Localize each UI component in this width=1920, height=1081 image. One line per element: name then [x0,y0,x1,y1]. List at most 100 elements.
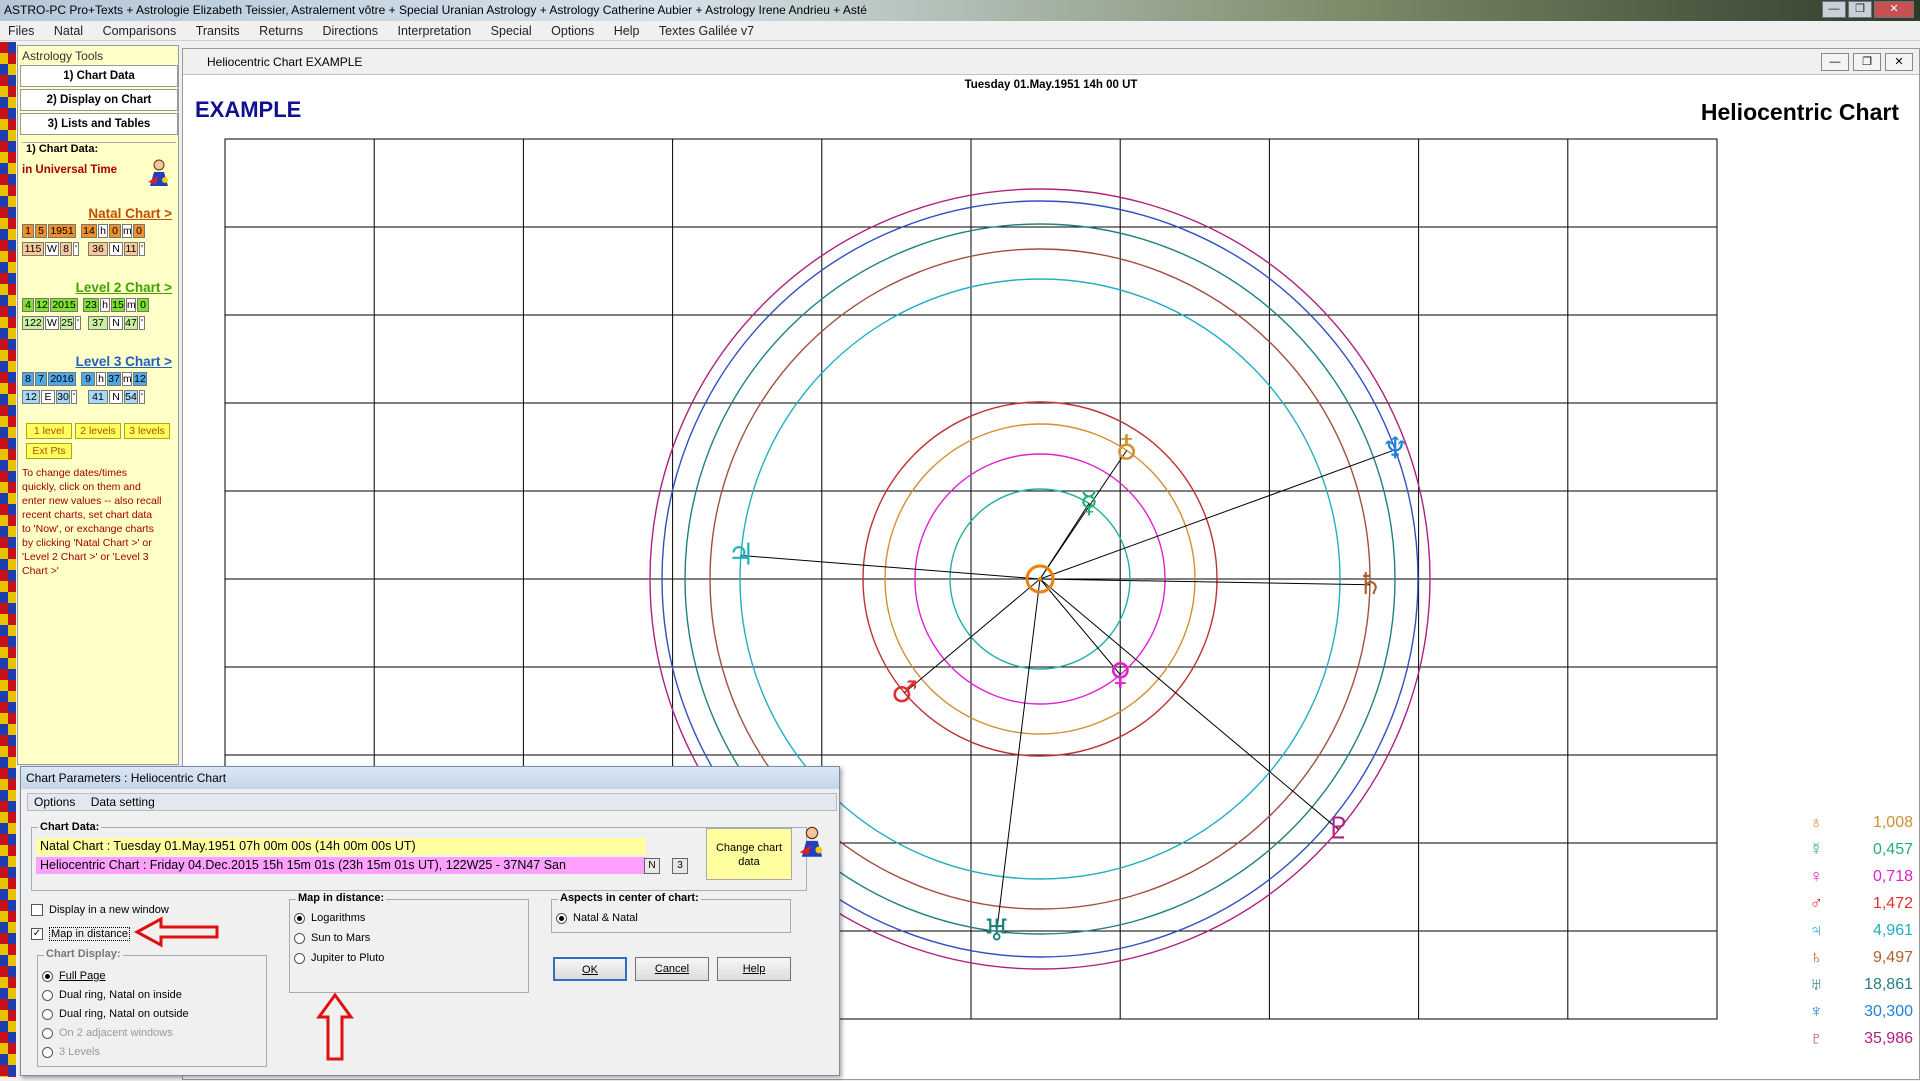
menu-help[interactable]: Help [606,21,648,41]
logarithms-radio[interactable] [294,913,305,924]
menu-textes-galilee[interactable]: Textes Galilée v7 [651,21,762,41]
natal-long-dir[interactable]: W [45,242,59,256]
legend-row-mercury: ☿0,457 [1733,836,1920,863]
level2-chart-link[interactable]: Level 2 Chart > [76,280,172,295]
menu-directions[interactable]: Directions [314,21,386,41]
level3-lat-dir[interactable]: N [109,390,123,404]
one-level-button[interactable]: 1 level [26,423,72,439]
natal-long-min[interactable]: 8 [60,242,72,256]
level3-min[interactable]: 37 [107,372,121,386]
chart-data-button[interactable]: 1) Chart Data [20,65,178,87]
three-levels-button[interactable]: 3 levels [124,423,170,439]
level3-chart-link[interactable]: Level 3 Chart > [76,354,172,369]
natal-chart-line[interactable]: Natal Chart : Tuesday 01.May.1951 07h 00… [36,838,646,855]
level2-long-dir[interactable]: W [45,316,59,330]
sun-to-mars-radio[interactable] [294,933,305,944]
natal-sec[interactable]: 0 [133,224,145,238]
menu-interpretation[interactable]: Interpretation [390,21,480,41]
level2-year[interactable]: 2015 [50,298,78,312]
logarithms-option[interactable]: Logarithms [294,908,365,928]
level3-lat-deg[interactable]: 41 [88,390,108,404]
mars-icon: ♂ [1733,890,1833,917]
natal-month[interactable]: 5 [35,224,47,238]
neptune-icon: ♆ [1382,432,1409,467]
two-levels-button[interactable]: 2 levels [75,423,121,439]
menu-comparisons[interactable]: Comparisons [95,21,185,41]
level3-sec[interactable]: 12 [133,372,147,386]
universal-time-label: in Universal Time [22,164,117,176]
level3-day[interactable]: 8 [22,372,34,386]
map-in-distance-box[interactable]: ✓ [31,928,43,940]
menu-transits[interactable]: Transits [188,21,248,41]
jupiter-to-pluto-option[interactable]: Jupiter to Pluto [294,948,384,968]
natal-natal-radio[interactable] [556,913,567,924]
natal-lat-deg[interactable]: 36 [88,242,108,256]
n-button[interactable]: N [644,858,660,874]
help-button[interactable]: Help [717,957,791,981]
natal-hour[interactable]: 14 [81,224,97,238]
level2-sec[interactable]: 0 [137,298,149,312]
dialog-menu-data-setting[interactable]: Data setting [85,794,161,810]
sun-dot [1038,577,1042,581]
heliocentric-chart-line[interactable]: Heliocentric Chart : Friday 04.Dec.2015 … [36,857,646,874]
three-button[interactable]: 3 [672,858,688,874]
display-on-chart-button[interactable]: 2) Display on Chart [20,89,178,111]
dual-ring-inside-option[interactable]: Dual ring, Natal on inside [42,985,182,1005]
close-button[interactable]: ✕ [1874,1,1914,18]
level2-lat-dir[interactable]: N [109,316,123,330]
menu-returns[interactable]: Returns [251,21,311,41]
level3-year[interactable]: 2016 [48,372,76,386]
lists-and-tables-button[interactable]: 3) Lists and Tables [20,113,178,135]
dual-ring-outside-option[interactable]: Dual ring, Natal on outside [42,1004,189,1024]
cancel-button[interactable]: Cancel [635,957,709,981]
sun-to-mars-option[interactable]: Sun to Mars [294,928,370,948]
menu-options[interactable]: Options [543,21,602,41]
sun-to-mars-label: Sun to Mars [311,932,370,944]
natal-lat-min[interactable]: 11 [124,242,138,256]
natal-natal-option[interactable]: Natal & Natal [556,908,638,928]
level3-lat-min[interactable]: 54 [124,390,138,404]
legend-value: 0,457 [1833,836,1913,863]
level3-long-deg[interactable]: 12 [22,390,40,404]
level3-long-dir[interactable]: E [41,390,55,404]
tools-header: Astrology Tools [18,46,178,65]
level3-month[interactable]: 7 [35,372,47,386]
window-controls: — ❐ ✕ [1822,1,1914,18]
dual-ring-outside-radio[interactable] [42,1009,53,1020]
level2-lat-deg[interactable]: 37 [88,316,108,330]
level2-day[interactable]: 4 [22,298,34,312]
astrologer-icon[interactable] [146,158,172,188]
level2-lat-min[interactable]: 47 [124,316,138,330]
natal-lat-dir[interactable]: N [109,242,123,256]
dialog-title: Chart Parameters : Heliocentric Chart [21,767,839,789]
natal-min[interactable]: 0 [109,224,121,238]
level2-long-deg[interactable]: 122 [22,316,44,330]
full-page-radio[interactable] [42,971,53,982]
ok-button[interactable]: OK [553,957,627,981]
natal-year[interactable]: 1951 [48,224,76,238]
level3-long-min[interactable]: 30 [56,390,70,404]
menu-natal[interactable]: Natal [46,21,91,41]
full-page-option[interactable]: Full Page [42,966,105,986]
menu-special[interactable]: Special [483,21,540,41]
level2-hour[interactable]: 23 [83,298,99,312]
maximize-button[interactable]: ❐ [1848,1,1872,18]
dual-ring-inside-radio[interactable] [42,990,53,1001]
map-in-distance-checkbox[interactable]: ✓Map in distance [31,924,130,944]
ext-pts-button[interactable]: Ext Pts [26,443,72,459]
venus-icon: ♀ [1733,863,1833,890]
level3-hour[interactable]: 9 [81,372,95,386]
menu-files[interactable]: Files [0,21,42,41]
natal-day[interactable]: 1 [22,224,34,238]
dialog-menu-options[interactable]: Options [28,794,81,810]
display-new-window-box[interactable] [31,904,43,916]
level2-long-min[interactable]: 25 [60,316,74,330]
level2-min[interactable]: 15 [111,298,125,312]
level2-long-prime: ' [75,316,81,330]
natal-long-deg[interactable]: 115 [22,242,44,256]
natal-chart-link[interactable]: Natal Chart > [88,206,172,221]
level2-month[interactable]: 12 [35,298,49,312]
minimize-button[interactable]: — [1822,1,1846,18]
change-chart-data-button[interactable]: Change chart data [706,828,792,880]
jupiter-to-pluto-radio[interactable] [294,953,305,964]
